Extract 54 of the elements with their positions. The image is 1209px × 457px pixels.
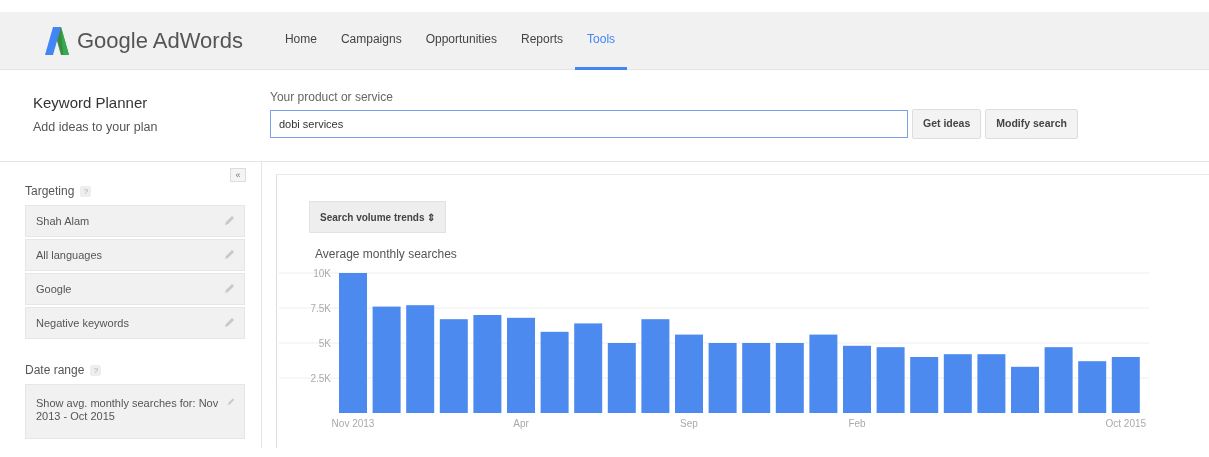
nav-tab[interactable]: Reports: [509, 11, 576, 70]
page-title: Keyword Planner: [33, 93, 149, 113]
axis-label: 5K: [318, 338, 331, 349]
action-button[interactable]: Modify search: [985, 109, 1078, 139]
axis-label: 10K: [313, 268, 331, 279]
bar: [607, 343, 636, 413]
bar: [1044, 347, 1073, 413]
bar: [1111, 357, 1140, 413]
pencil-icon[interactable]: [226, 397, 234, 407]
bar: [876, 347, 905, 413]
bar: [1078, 361, 1107, 413]
bar: [1011, 366, 1039, 413]
item-label: Negative keywords: [36, 315, 129, 331]
chart-selector[interactable]: Search volume trends ⇕: [309, 201, 447, 233]
sidebar-item[interactable]: All languages: [25, 239, 245, 271]
collapse-button[interactable]: «: [230, 168, 246, 182]
axis-label: Oct 2015: [1105, 418, 1147, 429]
sidebar-item[interactable]: Google: [25, 273, 245, 305]
pencil-icon[interactable]: [224, 318, 234, 328]
axis-label: Nov 2013: [331, 418, 375, 429]
bar: [775, 343, 804, 413]
bar: [977, 354, 1006, 413]
sidebar-item[interactable]: Show avg. monthly searches for: Nov 2013 - Oct 2015: [25, 384, 245, 439]
nav-tab[interactable]: Campaigns: [328, 11, 414, 70]
brand-name: Google AdWords: [77, 27, 243, 55]
bar: [708, 343, 737, 413]
page-subtitle: Add ideas to your plan: [33, 118, 159, 136]
bar: [943, 354, 972, 413]
pencil-icon[interactable]: [224, 216, 234, 226]
bar: [843, 345, 871, 413]
section-title: Targeting: [25, 183, 75, 200]
item-label: All languages: [36, 247, 103, 263]
sidebar-item[interactable]: Shah Alam: [25, 205, 245, 237]
chart-title: Average monthly searches: [315, 246, 458, 263]
nav-tab[interactable]: Home: [272, 11, 329, 70]
search-field[interactable]: dobi services: [270, 110, 908, 138]
axis-label: Sep: [680, 418, 698, 429]
item-label: Shah Alam: [36, 213, 90, 229]
axis-label: Feb: [848, 418, 866, 429]
axis-label: Apr: [513, 418, 529, 429]
section-title: Date range: [25, 362, 85, 379]
bar: [742, 343, 771, 413]
axis-label: 7.5K: [310, 303, 331, 314]
axis-label: 2.5K: [310, 373, 331, 384]
logo-icon: [45, 26, 69, 55]
sidebar-item[interactable]: Negative keywords: [25, 307, 245, 339]
item-label: Google: [36, 281, 72, 297]
pencil-icon[interactable]: [224, 250, 234, 260]
field-label: Your product or service: [270, 89, 394, 106]
item-label: Show avg. monthly searches for: Nov 2013 - Oct 2015: [36, 397, 220, 423]
nav-tab[interactable]: Opportunities: [413, 11, 509, 70]
pencil-icon[interactable]: [224, 284, 234, 294]
action-button[interactable]: Get ideas: [912, 109, 982, 139]
bar: [910, 357, 939, 413]
